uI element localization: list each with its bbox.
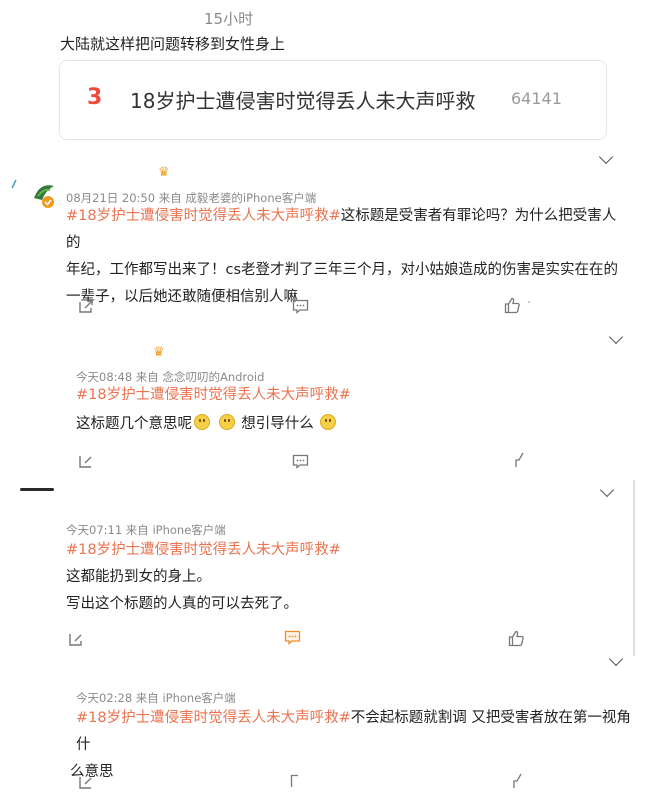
repost-icon[interactable] [78, 453, 95, 469]
comment-icon[interactable] [290, 774, 300, 789]
chevron-down-icon[interactable] [599, 482, 615, 498]
avatar[interactable] [10, 178, 64, 212]
like-icon[interactable] [508, 630, 526, 647]
like-icon[interactable] [514, 451, 530, 468]
crown-icon: ♛ [158, 165, 170, 180]
hashtag-link[interactable]: #18岁护士遭侵害时觉得丢人未大声呼救# [76, 710, 351, 726]
chevron-down-icon[interactable] [598, 149, 614, 165]
comment-body: #18岁护士遭侵害时觉得丢人未大声呼救#不会起标题就割调 又把受害者放在第一视角… [70, 705, 636, 786]
chevron-down-icon[interactable] [608, 329, 624, 345]
crown-icon: ♛ [153, 345, 165, 360]
comment-icon[interactable] [284, 630, 301, 645]
trend-rank: 3 [87, 85, 103, 110]
hashtag-link[interactable]: #18岁护士遭侵害时觉得丢人未大声呼救# [66, 537, 626, 564]
comment-text: 么意思 [70, 764, 114, 780]
repost-icon[interactable] [78, 298, 95, 314]
post-text: 大陆就这样把问题转移到女性身上 [60, 35, 286, 53]
comment-meta: 今天07:11 来自 iPhone客户端 [66, 523, 226, 537]
comment-icon[interactable] [292, 454, 309, 469]
comment-text: 写出这个标题的人真的可以去死了。 [66, 596, 298, 612]
divider [20, 488, 54, 491]
like-icon[interactable] [504, 297, 534, 314]
trend-title[interactable]: 18岁护士遭侵害时觉得丢人未大声呼救 [130, 85, 475, 114]
smile-emoji-icon [218, 414, 235, 430]
comment-text: 想引导什么 [241, 416, 314, 432]
smile-emoji-icon [320, 414, 337, 430]
comment-text: 年纪，工作都写出来了！cs老登才判了三年三个月，对小姑娘造成的伤害是实实在在的 [66, 262, 619, 278]
like-icon[interactable] [512, 772, 528, 789]
comment-text: 这都能扔到女的身上。 [66, 569, 211, 585]
comment-text: 一辈子，以后她还敢随便相信别人嘛 [66, 289, 298, 305]
chevron-down-icon[interactable] [608, 651, 624, 667]
scrollbar[interactable] [633, 480, 635, 656]
repost-icon[interactable] [68, 631, 85, 647]
hashtag-link[interactable]: #18岁护士遭侵害时觉得丢人未大声呼救# [76, 382, 616, 409]
trending-topic-card[interactable]: 3 18岁护士遭侵害时觉得丢人未大声呼救 64141 [59, 60, 607, 140]
comment-body: #18岁护士遭侵害时觉得丢人未大声呼救# 这都能扔到女的身上。 写出这个标题的人… [66, 537, 626, 618]
hashtag-link[interactable]: #18岁护士遭侵害时觉得丢人未大声呼救# [66, 208, 341, 224]
repost-icon[interactable] [78, 774, 95, 790]
comment-icon[interactable] [292, 299, 309, 314]
comment-text: 这标题几个意思呢 [76, 416, 192, 432]
post-time: 15小时 [204, 10, 254, 28]
comment-meta: 今天02:28 来自 iPhone客户端 [76, 691, 236, 705]
comment-body: #18岁护士遭侵害时觉得丢人未大声呼救#这标题是受害者有罪论吗？为什么把受害人的… [66, 203, 626, 311]
smile-emoji-icon [194, 414, 210, 430]
comment-body: #18岁护士遭侵害时觉得丢人未大声呼救# 这标题几个意思呢 想引导什么 [76, 382, 616, 438]
trend-count: 64141 [511, 89, 562, 108]
